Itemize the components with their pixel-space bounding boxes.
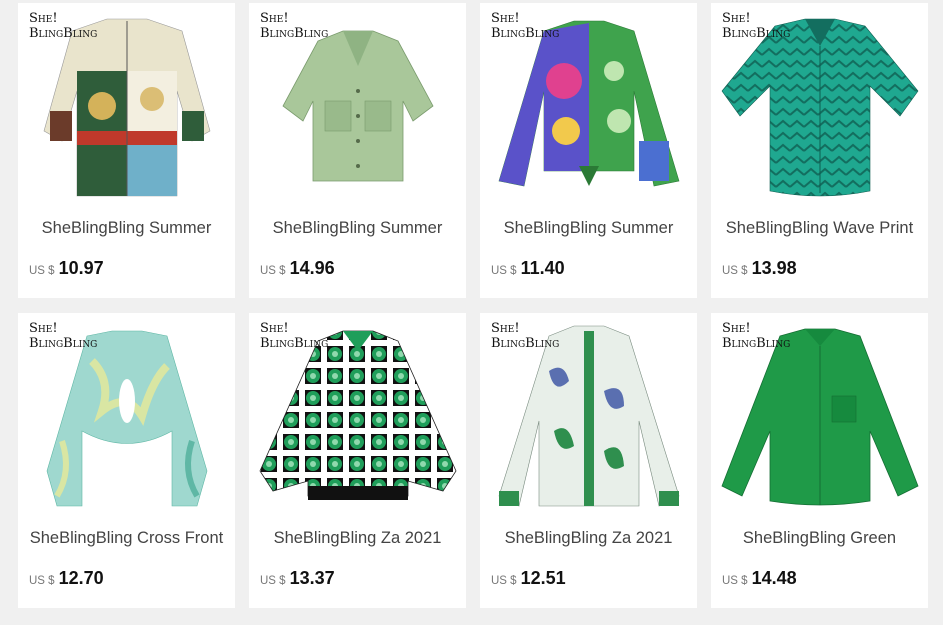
price-amount: 12.70 — [58, 568, 104, 588]
price-currency: US $ — [29, 575, 55, 587]
price-currency: US $ — [260, 575, 286, 587]
product-card[interactable]: She! BlingBling SheBlingBling Za 2021 US… — [249, 313, 466, 608]
price-currency: US $ — [722, 575, 748, 587]
price-amount: 14.48 — [751, 568, 797, 588]
price-amount: 13.98 — [751, 258, 797, 278]
brand-logo: She! BlingBling — [491, 321, 560, 351]
price-currency: US $ — [722, 265, 748, 277]
price-amount: 11.40 — [520, 258, 565, 278]
product-price: US $ 13.37 — [260, 568, 335, 589]
brand-logo: She! BlingBling — [260, 321, 329, 351]
product-price: US $ 14.96 — [260, 258, 335, 279]
price-currency: US $ — [491, 575, 517, 587]
product-title[interactable]: SheBlingBling Green — [715, 529, 924, 548]
product-card[interactable]: She! BlingBling SheBlingBling Summer US … — [480, 3, 697, 298]
brand-logo: She! BlingBling — [491, 11, 560, 41]
price-currency: US $ — [29, 265, 55, 277]
product-card[interactable]: She! BlingBling SheBlingBling Green US $… — [711, 313, 928, 608]
product-card[interactable]: She! BlingBling SheBlingBling Cross Fron… — [18, 313, 235, 608]
product-card[interactable]: She! BlingBling SheBlingBling Summer US … — [18, 3, 235, 298]
product-title[interactable]: SheBlingBling Cross Front — [22, 529, 231, 548]
price-amount: 10.97 — [58, 258, 104, 278]
product-grid: She! BlingBling SheBlingBling Summer US … — [18, 3, 928, 608]
price-amount: 12.51 — [520, 568, 566, 588]
product-title[interactable]: SheBlingBling Za 2021 — [253, 529, 462, 548]
product-card[interactable]: She! BlingBling SheBlingBling Za 2021 US… — [480, 313, 697, 608]
product-price: US $ 12.70 — [29, 568, 104, 589]
product-title[interactable]: SheBlingBling Summer — [484, 219, 693, 238]
brand-logo: She! BlingBling — [29, 11, 98, 41]
brand-logo: She! BlingBling — [722, 321, 791, 351]
product-title[interactable]: SheBlingBling Za 2021 — [484, 529, 693, 548]
product-price: US $ 11.40 — [491, 258, 565, 279]
product-title[interactable]: SheBlingBling Summer — [22, 219, 231, 238]
price-amount: 14.96 — [289, 258, 335, 278]
brand-logo: She! BlingBling — [722, 11, 791, 41]
product-title[interactable]: SheBlingBling Wave Print — [715, 219, 924, 238]
price-currency: US $ — [491, 265, 517, 277]
product-title[interactable]: SheBlingBling Summer — [253, 219, 462, 238]
product-card[interactable]: She! BlingBling SheBlingBling Wave Print… — [711, 3, 928, 298]
product-price: US $ 12.51 — [491, 568, 566, 589]
product-price: US $ 10.97 — [29, 258, 104, 279]
price-currency: US $ — [260, 265, 286, 277]
brand-logo: She! BlingBling — [29, 321, 98, 351]
product-card[interactable]: She! BlingBling SheBlingBling Summer US … — [249, 3, 466, 298]
price-amount: 13.37 — [289, 568, 335, 588]
product-price: US $ 13.98 — [722, 258, 797, 279]
product-price: US $ 14.48 — [722, 568, 797, 589]
brand-logo: She! BlingBling — [260, 11, 329, 41]
